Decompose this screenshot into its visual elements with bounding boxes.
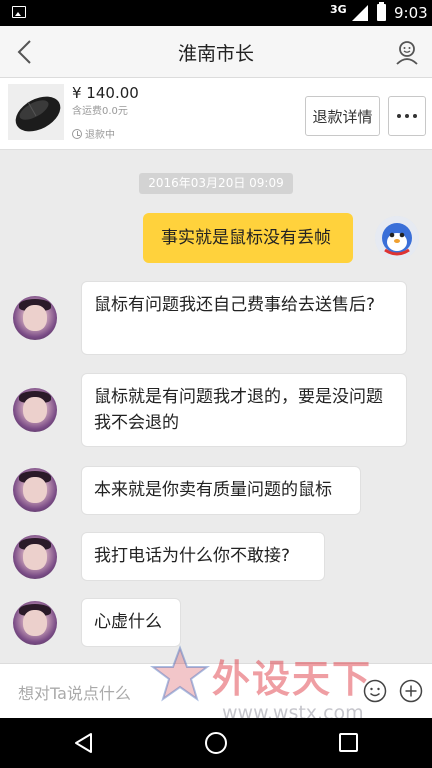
contact-avatar[interactable] (13, 535, 57, 579)
chat-title: 淮南市长 (177, 43, 254, 65)
contact-avatar[interactable] (13, 388, 57, 432)
contact-avatar[interactable] (13, 468, 57, 512)
more-dots-icon[interactable] (388, 96, 426, 136)
contact-avatar[interactable] (13, 296, 57, 340)
refund-status: 退款中 (72, 126, 115, 141)
refund-detail-button[interactable]: 退款详情 (305, 96, 380, 136)
message-bubble-contact[interactable]: 鼠标有问题我还自己费事给去送售后? (81, 281, 407, 355)
emoji-icon[interactable] (363, 679, 387, 703)
message-bubble-contact[interactable]: 心虚什么 (81, 598, 181, 647)
message-bubble-contact[interactable]: 本来就是你卖有质量问题的鼠标 (81, 466, 361, 515)
message-bubble-contact[interactable]: 鼠标就是有问题我才退的，要是没问题我不会退的 (81, 373, 407, 447)
message-bubble-self[interactable]: 事实就是鼠标没有丢帧 (143, 213, 353, 263)
battery-icon (377, 2, 386, 21)
chat-header: 淮南市长 (0, 26, 432, 78)
chat-timestamp: 2016年03月20日 09:09 (139, 173, 293, 194)
refund-status-label: 退款中 (85, 130, 115, 141)
plus-icon[interactable] (399, 679, 423, 703)
status-bar: 3G 9:03 (0, 0, 432, 26)
network-type: 3G (330, 3, 347, 16)
nav-recent-apps-icon[interactable] (339, 733, 358, 752)
system-nav-bar (0, 718, 432, 768)
message-bubble-contact[interactable]: 我打电话为什么你不敢接? (81, 532, 325, 581)
contact-avatar[interactable] (13, 601, 57, 645)
product-thumbnail[interactable] (8, 84, 64, 140)
shipping-info: 含运费0.0元 (72, 106, 128, 117)
product-price: ¥ 140.00 (72, 84, 139, 102)
image-notification-icon (12, 6, 26, 18)
nav-home-icon[interactable] (205, 732, 227, 754)
mouse-image (8, 84, 64, 140)
nav-back-icon[interactable] (73, 732, 95, 754)
message-input[interactable]: 想对Ta说点什么 (18, 680, 131, 704)
user-profile-icon[interactable] (394, 39, 420, 65)
signal-icon (352, 5, 368, 21)
message-input-bar: 想对Ta说点什么 (0, 663, 432, 718)
self-avatar[interactable] (375, 216, 419, 260)
clock-time: 9:03 (394, 4, 428, 22)
penguin-avatar-icon (375, 216, 419, 260)
clock-icon (72, 128, 82, 139)
product-card[interactable]: ¥ 140.00 含运费0.0元 退款中 退款详情 (0, 78, 432, 150)
